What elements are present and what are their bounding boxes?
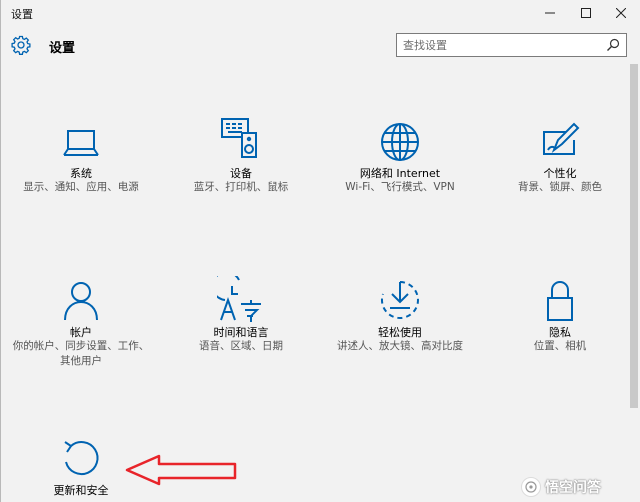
watermark-logo-icon (521, 477, 541, 497)
page-title: 设置 (49, 41, 76, 56)
watermark: 悟空问答 (521, 476, 601, 498)
tile-description: 位置、相机 (533, 340, 587, 352)
time-language-icon (217, 276, 261, 322)
minimize-icon (545, 12, 555, 14)
watermark-text: 悟空问答 (545, 480, 601, 496)
tile-title: 系统 (70, 167, 92, 180)
personalize-icon (543, 122, 580, 155)
tile-devices[interactable]: 设备 蓝牙、打印机、鼠标 (166, 112, 316, 212)
lock-icon (547, 281, 573, 321)
gear-icon (11, 35, 31, 55)
tile-description: 背景、锁屏、颜色 (518, 181, 602, 193)
tile-title: 个性化 (543, 167, 577, 180)
tile-title: 网络和 Internet (359, 167, 441, 180)
close-icon (616, 8, 626, 18)
minimize-button[interactable] (531, 0, 569, 26)
laptop-icon (63, 130, 99, 156)
search-icon[interactable] (606, 38, 620, 52)
tile-accounts[interactable]: 帐户 你的帐户、同步设置、工作、其他用户 (6, 272, 156, 372)
tile-description: 你的帐户、同步设置、工作、其他用户 (12, 340, 150, 367)
devices-icon (221, 118, 257, 158)
tile-personalization[interactable]: 个性化 背景、锁屏、颜色 (485, 112, 635, 212)
tile-title: 时间和语言 (213, 326, 269, 339)
search-input[interactable] (397, 34, 597, 56)
tile-time-language[interactable]: 时间和语言 语音、区域、日期 (166, 272, 316, 372)
person-icon (64, 282, 98, 321)
tile-privacy[interactable]: 隐私 位置、相机 (485, 272, 635, 372)
tile-description: 语音、区域、日期 (199, 340, 283, 352)
tile-system[interactable]: 系统 显示、通知、应用、电源 (6, 112, 156, 212)
search-box[interactable] (396, 33, 627, 57)
tile-title: 轻松使用 (378, 326, 422, 339)
window-title: 设置 (11, 8, 33, 21)
red-arrow-annotation (125, 454, 237, 486)
update-icon (64, 441, 99, 476)
globe-icon (381, 123, 419, 161)
maximize-icon (581, 8, 591, 18)
tile-title: 帐户 (70, 326, 92, 339)
close-button[interactable] (602, 0, 640, 26)
tile-title: 设备 (230, 167, 252, 180)
maximize-button[interactable] (567, 0, 605, 26)
tile-network[interactable]: 网络和 Internet Wi-Fi、飞行模式、VPN (325, 112, 475, 212)
ease-of-access-icon (380, 281, 419, 319)
title-bar: 设置 (1, 0, 640, 26)
tile-title: 隐私 (549, 326, 571, 339)
tile-description: 显示、通知、应用、电源 (23, 181, 139, 193)
tile-ease-of-access[interactable]: 轻松使用 讲述人、放大镜、高对比度 (325, 272, 475, 372)
tile-description: Wi-Fi、飞行模式、VPN (345, 181, 455, 193)
tile-description: 讲述人、放大镜、高对比度 (337, 340, 463, 352)
settings-window: 设置 设置 查找设置 系统 显示、通知、应用、电源 设备 蓝牙、打印机、鼠标 网… (0, 0, 640, 502)
tile-description: 蓝牙、打印机、鼠标 (193, 181, 289, 193)
